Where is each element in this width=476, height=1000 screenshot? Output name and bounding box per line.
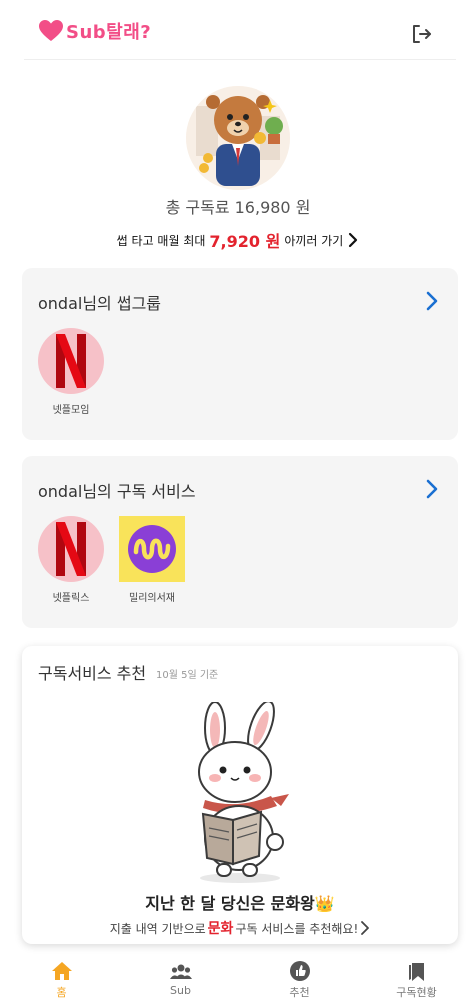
subscription-item-netflix[interactable] [38,516,104,582]
chevron-right-icon[interactable] [424,478,440,500]
tab-home-label: 홈 [56,986,67,999]
total-fee-label: 총 구독료 16,980 원 [165,198,311,217]
recommendation-sub-suffix: 구독 서비스를 추천해요! [235,921,359,936]
subscription-item-millie[interactable] [119,516,185,582]
subscription-item-label: 넷플릭스 [52,593,90,604]
heart-icon [39,20,63,41]
logout-icon[interactable] [410,22,434,46]
tab-subscription-status-label: 구독현황 [396,986,437,999]
savings-promo-link[interactable]: 썹 타고 매월 최대 7,920 원 아끼러 가기 [0,228,476,252]
recommendation-link[interactable]: 지출 내역 기반으로 문화 구독 서비스를 추천해요! [22,918,458,938]
recommendation-card: 구독서비스 추천 10월 5일 기준 지난 한 달 당신은 문화왕👑 지출 내역… [22,646,458,944]
promo-prefix: 썹 타고 매월 최대 [116,233,206,248]
profile-avatar [186,86,290,190]
chevron-right-icon [349,232,358,248]
tab-sub-label: Sub [170,984,191,997]
bear-mascot-icon [186,86,290,190]
tab-subscription-status[interactable]: 구독현황 [357,954,476,1000]
bunny-reading-illustration [198,702,289,883]
netflix-icon [56,522,86,576]
recommendation-sub-prefix: 지출 내역 기반으로 [109,921,206,936]
app-logo[interactable]: Sub탈래? [38,18,151,44]
promo-amount: 7,920 원 [209,232,281,251]
subscription-card: ondal님의 구독 서비스 넷플릭스 밀리의서재 [22,456,458,628]
recommendation-title: 구독서비스 추천 [38,664,147,683]
tab-home[interactable]: 홈 [2,954,121,1000]
promo-suffix: 아끼러 가기 [284,233,344,248]
people-icon [170,964,192,979]
home-icon [52,962,72,980]
group-item-netflix[interactable] [38,328,104,394]
recommendation-highlight: 문화 [207,921,234,937]
group-item-label: 넷플모임 [52,405,90,416]
millie-icon [128,525,176,573]
subscription-card-title: ondal님의 구독 서비스 [38,482,196,501]
subscription-item-label: 밀리의서재 [129,593,175,604]
tab-recommend[interactable]: 추천 [240,954,359,1000]
chevron-right-icon [361,921,370,935]
tab-recommend-label: 추천 [289,986,310,999]
recommendation-date: 10월 5일 기준 [156,670,219,681]
chevron-right-icon[interactable] [424,290,440,312]
recommendation-headline: 지난 한 달 당신은 문화왕👑 [145,894,335,913]
thumbs-up-icon [290,961,310,981]
logo-text: Sub탈래? [66,22,152,43]
tab-sub[interactable]: Sub [121,954,240,1000]
app-header: Sub탈래? [24,0,456,60]
group-card-title: ondal님의 썹그룹 [38,294,162,313]
group-card: ondal님의 썹그룹 넷플모임 [22,268,458,440]
netflix-icon [56,334,86,388]
bottom-tab-bar: 홈 Sub 추천 구독현황 [0,954,476,1000]
bookmark-icon [409,963,424,981]
